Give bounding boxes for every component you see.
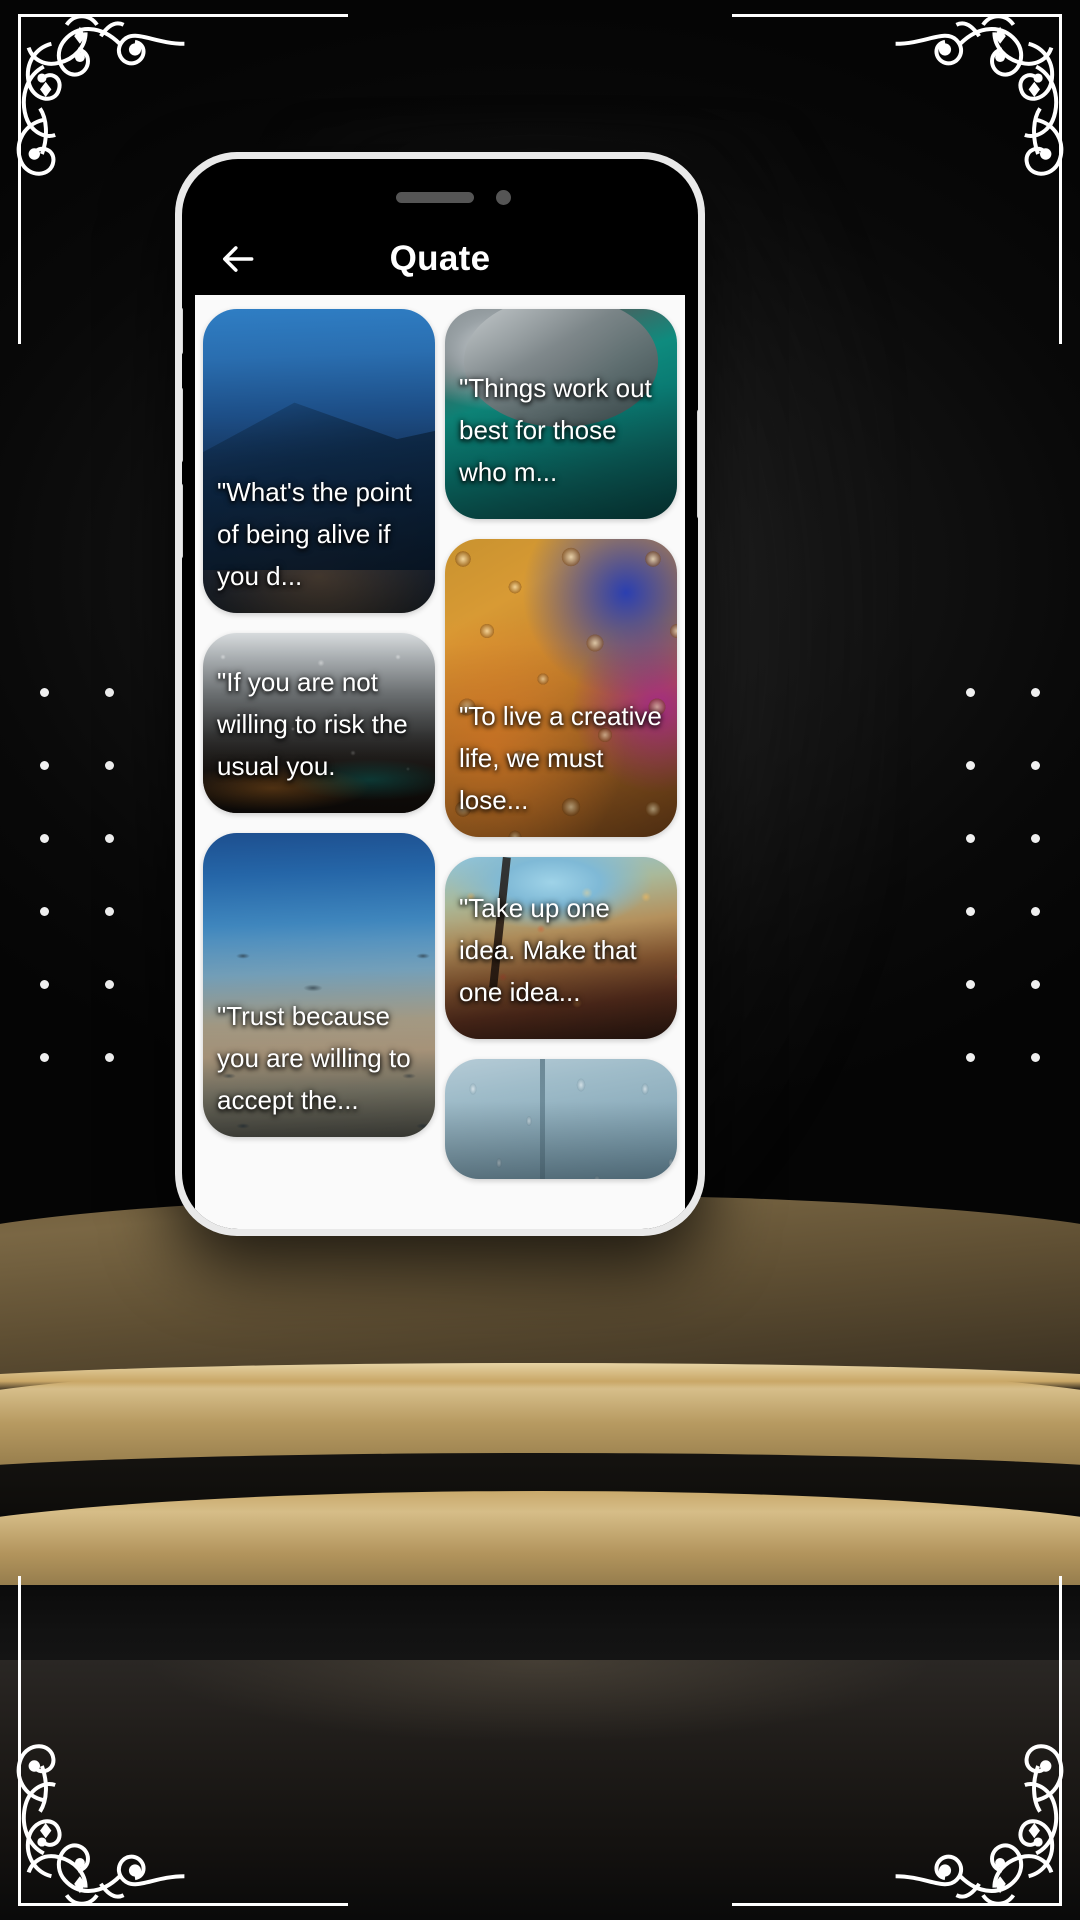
quote-list-screen[interactable]: "What's the point of being alive if you … [195, 295, 685, 1229]
ornament-corner-top-right-icon [888, 2, 1078, 192]
page-title: Quate [389, 239, 491, 278]
card-scrim [445, 1059, 677, 1179]
quote-card[interactable]: "To live a creative life, we must lose..… [445, 539, 677, 837]
quote-card[interactable] [445, 1059, 677, 1179]
scene: Quate "What's the point of being alive i… [0, 0, 1080, 1920]
podium [0, 1195, 1080, 1641]
quote-text: "If you are not willing to risk the usua… [217, 666, 408, 781]
quote-text: "To live a creative life, we must lose..… [459, 700, 662, 815]
quote-card[interactable]: "What's the point of being alive if you … [203, 309, 435, 613]
phone-volume-down-button[interactable] [182, 483, 183, 559]
phone-mute-switch[interactable] [182, 307, 183, 355]
quote-text: "Take up one idea. Make that one idea... [459, 892, 637, 1007]
quote-card[interactable]: "If you are not willing to risk the usua… [203, 633, 435, 813]
phone-volume-up-button[interactable] [182, 387, 183, 463]
quote-text: "Things work out best for those who m... [459, 372, 652, 487]
arrow-left-icon [223, 246, 254, 272]
decorative-dot-grid-right [966, 688, 1040, 1062]
quote-card[interactable]: "Trust because you are willing to accept… [203, 833, 435, 1137]
quote-column-right: "Things work out best for those who m...… [445, 309, 677, 1179]
phone-mockup: Quate "What's the point of being alive i… [175, 152, 705, 1236]
quote-card[interactable]: "Take up one idea. Make that one idea... [445, 857, 677, 1039]
quote-column-left: "What's the point of being alive if you … [203, 309, 435, 1179]
podium-ring-upper-highlight [0, 1363, 1080, 1389]
dynamic-island-pill [395, 191, 474, 203]
decorative-dot-grid-left [40, 688, 114, 1062]
ornament-corner-bottom-right-icon [888, 1728, 1078, 1918]
quote-card[interactable]: "Things work out best for those who m... [445, 309, 677, 519]
status-bar [195, 171, 685, 223]
ornament-corner-bottom-left-icon [2, 1728, 192, 1918]
quote-grid: "What's the point of being alive if you … [195, 295, 685, 1179]
quote-text: "What's the point of being alive if you … [217, 476, 412, 591]
phone-screen-body: Quate "What's the point of being alive i… [182, 159, 698, 1229]
quote-text [445, 1163, 677, 1179]
front-camera-dot-icon [495, 189, 511, 205]
ornament-corner-top-left-icon [2, 2, 192, 192]
phone-power-button[interactable] [697, 409, 698, 519]
back-button[interactable] [211, 231, 267, 287]
app-bar: Quate [195, 223, 685, 295]
quote-text: "Trust because you are willing to accept… [217, 1000, 411, 1115]
